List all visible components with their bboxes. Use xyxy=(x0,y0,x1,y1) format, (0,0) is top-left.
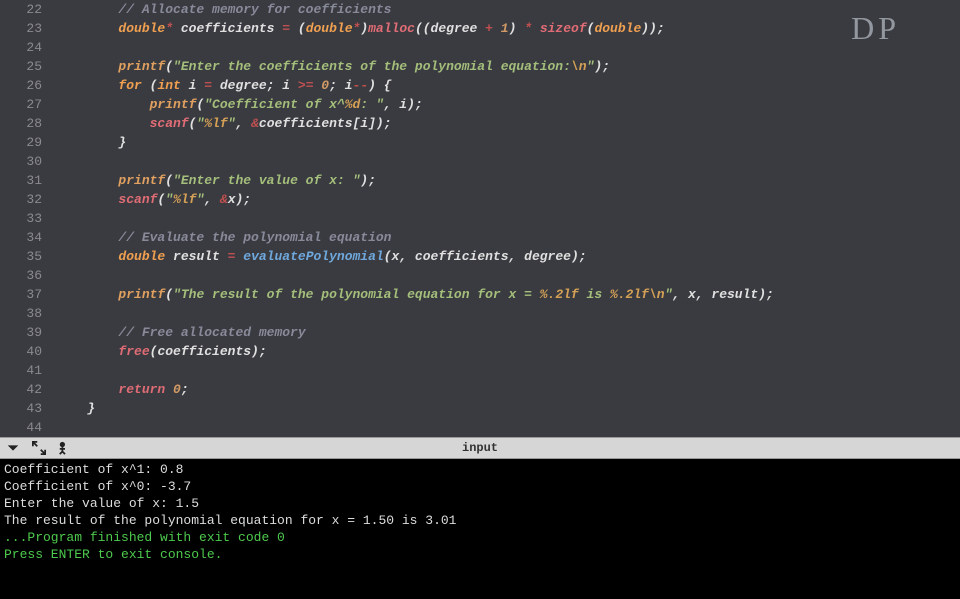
line-number: 32 xyxy=(0,190,42,209)
line-number: 39 xyxy=(0,323,42,342)
line-number: 38 xyxy=(0,304,42,323)
code-line[interactable] xyxy=(56,418,960,437)
line-number: 36 xyxy=(0,266,42,285)
code-line[interactable]: // Free allocated memory xyxy=(56,323,960,342)
code-line[interactable]: double result = evaluatePolynomial(x, co… xyxy=(56,247,960,266)
line-number: 29 xyxy=(0,133,42,152)
chevron-down-icon[interactable] xyxy=(6,441,20,455)
code-line[interactable] xyxy=(56,304,960,323)
line-number: 28 xyxy=(0,114,42,133)
terminal-line: Coefficient of x^1: 0.8 xyxy=(4,461,956,478)
code-line[interactable] xyxy=(56,38,960,57)
line-number: 41 xyxy=(0,361,42,380)
code-line[interactable]: printf("Coefficient of x^%d: ", i); xyxy=(56,95,960,114)
line-number: 42 xyxy=(0,380,42,399)
expand-icon[interactable] xyxy=(32,441,46,455)
run-icon[interactable] xyxy=(58,441,72,455)
line-number: 23 xyxy=(0,19,42,38)
watermark: DP xyxy=(851,10,900,47)
line-number: 37 xyxy=(0,285,42,304)
code-line[interactable] xyxy=(56,152,960,171)
code-line[interactable] xyxy=(56,209,960,228)
line-number: 31 xyxy=(0,171,42,190)
line-number: 27 xyxy=(0,95,42,114)
line-number: 33 xyxy=(0,209,42,228)
terminal-line: Enter the value of x: 1.5 xyxy=(4,495,956,512)
code-line[interactable] xyxy=(56,361,960,380)
line-number: 30 xyxy=(0,152,42,171)
line-number: 35 xyxy=(0,247,42,266)
code-line[interactable]: printf("Enter the coefficients of the po… xyxy=(56,57,960,76)
code-line[interactable]: for (int i = degree; i >= 0; i--) { xyxy=(56,76,960,95)
code-line[interactable] xyxy=(56,266,960,285)
code-line[interactable]: double* coefficients = (double*)malloc((… xyxy=(56,19,960,38)
code-line[interactable]: // Allocate memory for coefficients xyxy=(56,0,960,19)
terminal-line: Press ENTER to exit console. xyxy=(4,546,956,563)
line-number: 34 xyxy=(0,228,42,247)
terminal-output[interactable]: Coefficient of x^1: 0.8Coefficient of x^… xyxy=(0,459,960,599)
code-editor[interactable]: 2223242526272829303132333435363738394041… xyxy=(0,0,960,437)
code-line[interactable]: // Evaluate the polynomial equation xyxy=(56,228,960,247)
line-number: 44 xyxy=(0,418,42,437)
code-line[interactable]: printf("The result of the polynomial equ… xyxy=(56,285,960,304)
line-number: 43 xyxy=(0,399,42,418)
code-line[interactable]: printf("Enter the value of x: "); xyxy=(56,171,960,190)
line-number: 24 xyxy=(0,38,42,57)
line-number: 26 xyxy=(0,76,42,95)
line-number-gutter: 2223242526272829303132333435363738394041… xyxy=(0,0,50,437)
terminal-panel-header: input xyxy=(0,437,960,459)
terminal-line: The result of the polynomial equation fo… xyxy=(4,512,956,529)
code-area[interactable]: DP // Allocate memory for coefficients d… xyxy=(50,0,960,437)
line-number: 22 xyxy=(0,0,42,19)
code-line[interactable]: return 0; xyxy=(56,380,960,399)
code-line[interactable]: } xyxy=(56,133,960,152)
code-line[interactable]: } xyxy=(56,399,960,418)
code-line[interactable]: free(coefficients); xyxy=(56,342,960,361)
code-line[interactable]: scanf("%lf", &x); xyxy=(56,190,960,209)
terminal-line: Coefficient of x^0: -3.7 xyxy=(4,478,956,495)
code-line[interactable]: scanf("%lf", &coefficients[i]); xyxy=(56,114,960,133)
line-number: 40 xyxy=(0,342,42,361)
line-number: 25 xyxy=(0,57,42,76)
terminal-line: ...Program finished with exit code 0 xyxy=(4,529,956,546)
panel-title: input xyxy=(462,441,498,455)
